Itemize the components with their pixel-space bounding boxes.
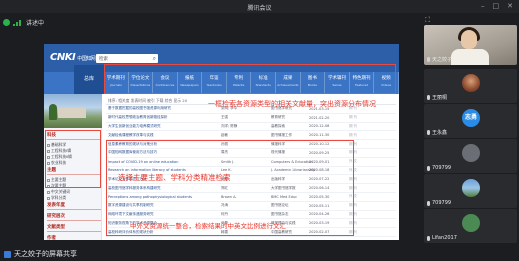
participant-tile[interactable]: 志勇王永鑫: [424, 104, 517, 138]
participant-tile[interactable]: Lifan2017: [424, 209, 517, 243]
annotation-bottom: 中外文资源统一整合，检索结果的中英文比例进行文汇: [130, 222, 286, 230]
result-date: 2020-11-30: [309, 133, 330, 138]
cnki-logo: CNKI 中国知网: [50, 52, 96, 63]
participant-name: 709799: [427, 165, 451, 171]
bottom-bar: 天之姣子的屏幕共享: [0, 246, 519, 261]
participant-name: Lifan2017: [427, 235, 457, 241]
result-source: 图书情报工作: [271, 132, 292, 137]
result-db: 期刊: [349, 123, 358, 128]
window-controls: – □ ✕: [481, 2, 513, 10]
avatar: [462, 144, 480, 162]
screen-share-label: 天之姣子的屏幕共享: [4, 249, 77, 259]
campus-photo: [44, 94, 102, 128]
mic-icon: [427, 130, 430, 135]
avatar: 志勇: [462, 109, 480, 127]
result-author: 赵敏: [221, 132, 228, 137]
avatar: [462, 74, 480, 92]
filter-section-title[interactable]: 作者: [47, 235, 101, 240]
tab-all[interactable]: 总库: [74, 65, 104, 94]
filter-section-title[interactable]: 发表年度: [47, 202, 101, 210]
table-row[interactable]: 大学生创新创业能力培养模式研究 刘洋; 陈静 高教探索 2020-12-08 期刊: [106, 123, 396, 132]
mic-icon: [427, 95, 430, 100]
result-title[interactable]: 大学生创新创业能力培养模式研究: [106, 124, 221, 129]
window-title: 腾讯会议: [247, 5, 272, 12]
avatar: [462, 214, 480, 232]
filter-section: 文献类型: [47, 224, 101, 234]
signal-icon: [13, 19, 23, 26]
checkbox-icon[interactable]: [47, 196, 50, 200]
filter-section: 发表年度: [47, 202, 101, 212]
table-row[interactable]: 文献检索课程教学改革与实践 赵敏 图书情报工作 2020-11-30 期刊: [106, 131, 396, 141]
search-input[interactable]: 检索 ⌕: [96, 54, 158, 63]
speaking-label: 讲述中: [26, 20, 45, 27]
participant-list: 天之姣子王丽桐志勇王永鑫 709799 709799 Lifan2017: [420, 25, 519, 246]
participant-tile[interactable]: 709799: [424, 139, 517, 173]
search-icon[interactable]: ⌕: [153, 55, 156, 63]
result-title[interactable]: 文献检索课程教学改革与实践: [106, 133, 221, 138]
filter-section-title[interactable]: 研究层次: [47, 213, 101, 221]
minimize-icon[interactable]: –: [481, 2, 485, 10]
avatar: [462, 179, 480, 197]
filter-section-title[interactable]: 文献类型: [47, 224, 101, 232]
shared-screen: CNKI 中国知网 检索 ⌕ 学术期刊 Journals 学位论文 Dissertati…: [44, 44, 399, 240]
result-source: 教育研究: [271, 115, 285, 120]
speaking-status: 讲述中: [3, 18, 44, 27]
user-icon: [4, 250, 11, 258]
shield-icon: [3, 19, 10, 26]
maximize-icon[interactable]: □: [493, 2, 500, 10]
participant-name: 天之姣子: [427, 56, 452, 63]
close-icon[interactable]: ✕: [507, 2, 513, 10]
meeting-window: 腾讯会议 – □ ✕ 讲述中 ⛶ CNKI 中国知网 检索 ⌕ 学术期刊 Journ…: [0, 0, 519, 261]
result-title[interactable]: 基于数据挖掘的高校图书馆资源利用研究: [106, 106, 221, 111]
filter-section: 研究层次: [47, 213, 101, 223]
result-title[interactable]: 新时代高校思想政治教育创新路径探析: [106, 115, 221, 120]
result-db: 期刊: [349, 132, 358, 137]
participant-tile[interactable]: 天之姣子: [424, 25, 517, 65]
mic-icon: [427, 165, 430, 171]
fullscreen-icon[interactable]: ⛶: [425, 16, 430, 25]
participant-name: 王永鑫: [427, 129, 447, 136]
filter-option[interactable]: 学科分类: [47, 195, 101, 201]
annotation-box-filters: [45, 130, 101, 188]
result-source: 高教探索: [271, 123, 285, 128]
result-db: 期刊: [349, 115, 358, 120]
mic-icon: [427, 57, 430, 62]
participant-name: 王丽桐: [427, 94, 447, 101]
result-date: 2021-02-20: [309, 115, 330, 120]
result-author: 刘洋; 陈静: [221, 123, 238, 128]
participant-tile[interactable]: 709799: [424, 174, 517, 208]
checkbox-icon[interactable]: [47, 190, 50, 194]
table-row[interactable]: 新时代高校思想政治教育创新路径探析 王强 教育研究 2021-02-20 期刊: [106, 114, 396, 123]
annotation-left: 选择主要主题、学科分类精准检索: [118, 173, 231, 182]
result-author: 王强: [221, 115, 228, 120]
title-bar: 腾讯会议 – □ ✕: [0, 0, 519, 13]
mic-icon: [427, 235, 430, 241]
annotation-box-tabs: [104, 64, 396, 94]
result-date: 2020-12-08: [309, 124, 330, 129]
participant-tile[interactable]: 王丽桐: [424, 69, 517, 103]
mic-icon: [427, 200, 430, 206]
annotation-top: 一框检索各资源类型的相关文献量，突出资源分布情况: [208, 100, 376, 108]
participant-name: 709799: [427, 200, 451, 206]
filter-section: 作者: [47, 235, 101, 240]
